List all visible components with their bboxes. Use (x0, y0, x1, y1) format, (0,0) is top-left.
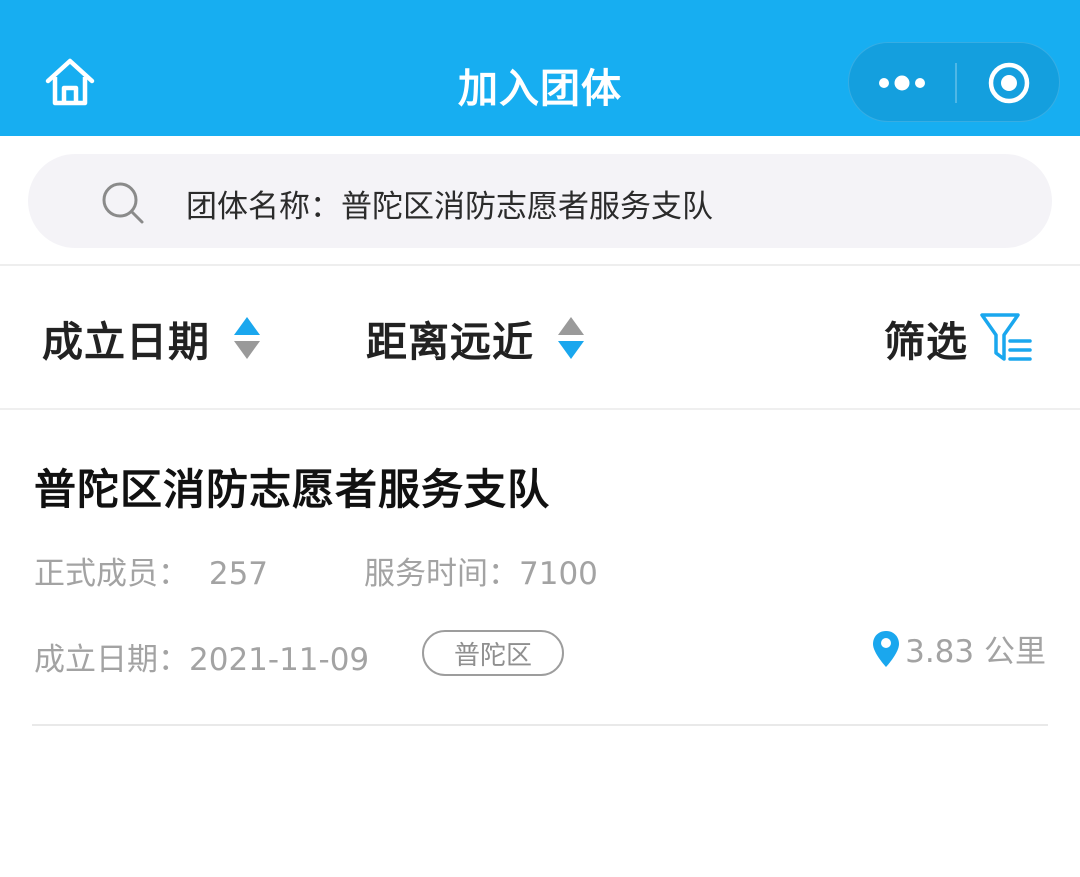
search-input[interactable]: 团体名称：普陀区消防志愿者服务支队 (28, 154, 1052, 248)
sort-filter-bar: 成立日期 距离远近 筛选 (0, 266, 1080, 410)
group-name: 普陀区消防志愿者服务支队 (34, 465, 551, 514)
district-tag: 普陀区 (422, 630, 564, 676)
filter-icon (980, 313, 1032, 361)
members-label: 正式成员： (34, 556, 189, 592)
founded-label: 成立日期： (34, 642, 189, 678)
filter-button[interactable]: 筛选 (884, 310, 1034, 366)
close-button[interactable] (957, 43, 1061, 123)
search-section: 团体名称：普陀区消防志愿者服务支队 (0, 136, 1080, 266)
more-dots-icon (879, 75, 925, 91)
search-query: 团体名称：普陀区消防志愿者服务支队 (186, 181, 713, 226)
group-card[interactable]: 普陀区消防志愿者服务支队 正式成员： 257 服务时间：7100 成立日期：20… (32, 410, 1048, 726)
sort-label-founded-date: 成立日期 (42, 318, 210, 366)
distance-info: 3.83 公里 (871, 626, 1046, 671)
sort-label-distance: 距离远近 (366, 318, 534, 366)
members-value: 257 (208, 556, 269, 592)
sort-down-active-icon (558, 317, 584, 359)
founded-value: 2021-11-09 (189, 642, 370, 678)
search-icon (102, 182, 144, 224)
service-label: 服务时间： (364, 556, 519, 592)
sort-by-founded-date[interactable]: 成立日期 (42, 310, 262, 366)
filter-label: 筛选 (884, 318, 968, 366)
search-label: 团体名称： (186, 189, 341, 225)
sort-up-active-icon (234, 317, 260, 359)
service-value: 7100 (519, 556, 598, 592)
more-button[interactable] (849, 43, 955, 123)
members-count: 正式成员： 257 (34, 548, 268, 593)
target-circle-icon (988, 62, 1030, 104)
search-value: 普陀区消防志愿者服务支队 (341, 189, 713, 225)
navigation-bar: 加入团体 (0, 0, 1080, 136)
sort-by-distance[interactable]: 距离远近 (366, 310, 586, 366)
service-hours: 服务时间：7100 (364, 548, 598, 593)
mini-program-capsule (848, 42, 1060, 122)
distance-value: 3.83 公里 (905, 634, 1046, 670)
location-pin-icon (873, 630, 900, 667)
founded-date: 成立日期：2021-11-09 (34, 634, 369, 679)
